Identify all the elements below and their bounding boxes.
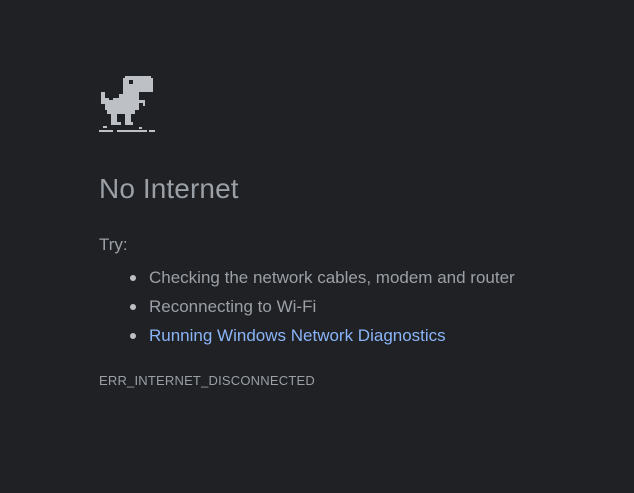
- error-code: ERR_INTERNET_DISCONNECTED: [99, 373, 315, 388]
- try-label: Try:: [99, 235, 128, 254]
- suggestion-text: Reconnecting to Wi-Fi: [149, 297, 317, 316]
- page-title: No Internet: [99, 173, 239, 204]
- bullet-icon: [130, 304, 136, 310]
- error-page-content: No Internet Try: Checking the network ca…: [99, 74, 599, 390]
- suggestion-reconnect-wifi: Reconnecting to Wi-Fi: [127, 292, 599, 321]
- suggestion-text: Checking the network cables, modem and r…: [149, 268, 515, 287]
- bullet-icon: [130, 275, 136, 281]
- suggestion-network-diagnostics: Running Windows Network Diagnostics: [127, 321, 599, 350]
- network-diagnostics-link[interactable]: Running Windows Network Diagnostics: [149, 326, 446, 345]
- bullet-icon: [130, 333, 136, 339]
- offline-dinosaur-icon[interactable]: [99, 74, 155, 134]
- suggestions-list: Checking the network cables, modem and r…: [99, 263, 599, 350]
- suggestion-check-cables: Checking the network cables, modem and r…: [127, 263, 599, 292]
